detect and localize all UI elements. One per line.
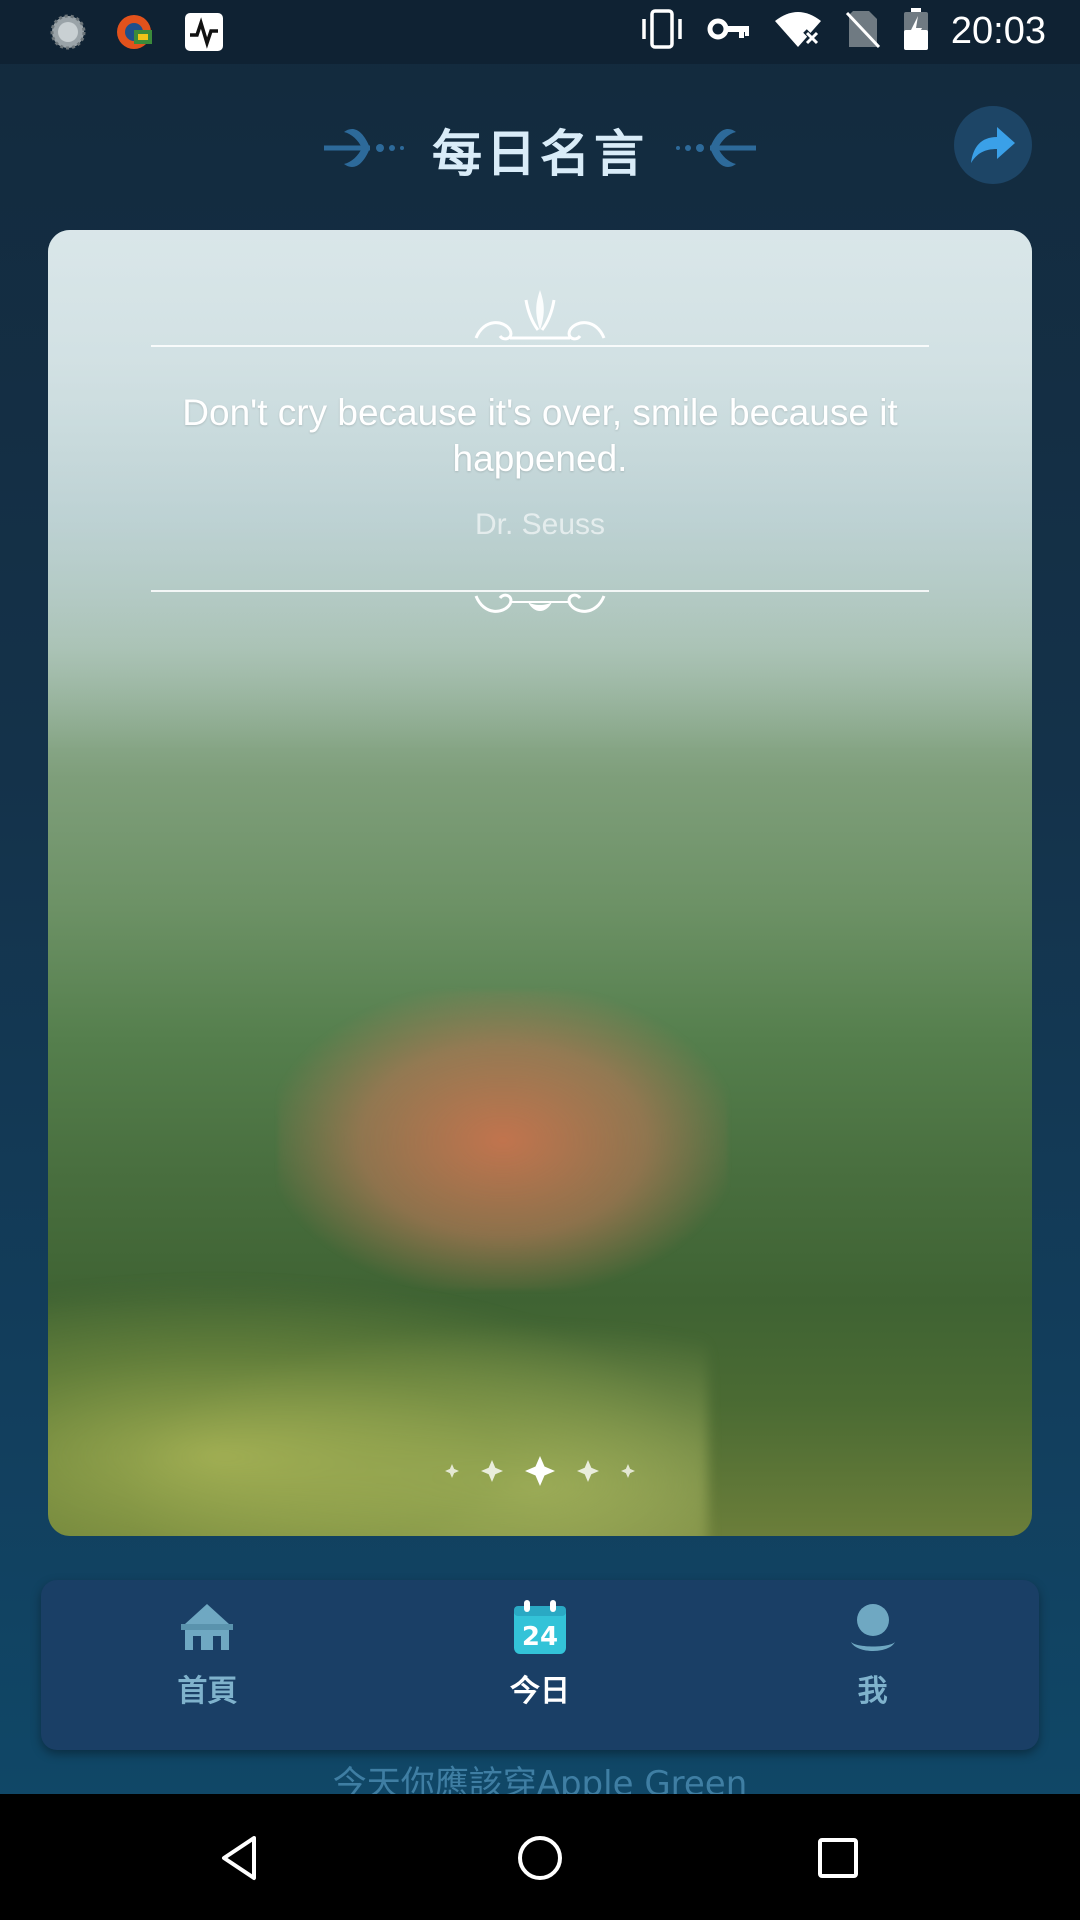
page-title: 每日名言 [432,125,648,183]
nav-label-home: 首頁 [177,1674,238,1709]
status-bar: 20:03 [0,0,1080,64]
nav-label-today: 今日 [510,1674,570,1709]
page-dot-active[interactable] [525,1456,555,1486]
system-nav-bar [0,1794,1080,1920]
foreground-leaves [48,1276,708,1536]
activity-monitor-icon [182,10,226,54]
nav-item-home[interactable]: 首頁 [41,1580,374,1750]
status-bar-right: 20:03 [639,8,1046,54]
vpn-key-icon [707,9,751,53]
ornament-right-icon [676,129,756,167]
calendar-day: 24 [522,1622,558,1652]
share-icon [971,127,1015,163]
outfit-suggestion-text: 今天你應該穿Apple Green [332,1764,748,1794]
bottom-nav: 首頁 24 今日 我 [41,1580,1039,1750]
page-dot[interactable] [445,1464,459,1478]
calendar-icon: 24 [514,1600,566,1654]
no-sim-icon [845,9,881,53]
app-notification-icon [114,10,158,54]
page-dot[interactable] [481,1460,503,1482]
battery-charging-icon [903,8,929,54]
nav-item-today[interactable]: 24 今日 [374,1580,707,1750]
nav-item-me[interactable]: 我 [706,1580,1039,1750]
back-icon[interactable] [214,1832,266,1884]
app-header: 每日名言 [0,100,1080,196]
quote-card[interactable]: Don't cry because it's over, smile becau… [48,230,1032,1536]
sync-icon [46,10,90,54]
profile-icon [850,1604,895,1651]
share-button[interactable] [954,106,1032,184]
home-icon [181,1604,234,1650]
vibrate-icon [639,9,685,53]
quote-text: Don't cry because it's over, smile becau… [182,392,898,479]
recents-icon[interactable] [812,1832,864,1884]
clock: 20:03 [950,9,1046,52]
page-dot[interactable] [621,1464,635,1478]
quote-author: Dr. Seuss [474,508,606,541]
divider-top [151,345,929,347]
home-nav-icon[interactable] [514,1832,566,1884]
flourish-top-icon [474,290,606,341]
page-dot[interactable] [577,1460,599,1482]
flourish-bottom-icon [474,593,606,613]
status-bar-left [46,10,226,54]
wifi-off-icon [773,9,823,53]
page-indicator[interactable] [48,1456,1032,1486]
village-photo-detail [278,990,728,1290]
nav-label-me: 我 [857,1674,888,1709]
